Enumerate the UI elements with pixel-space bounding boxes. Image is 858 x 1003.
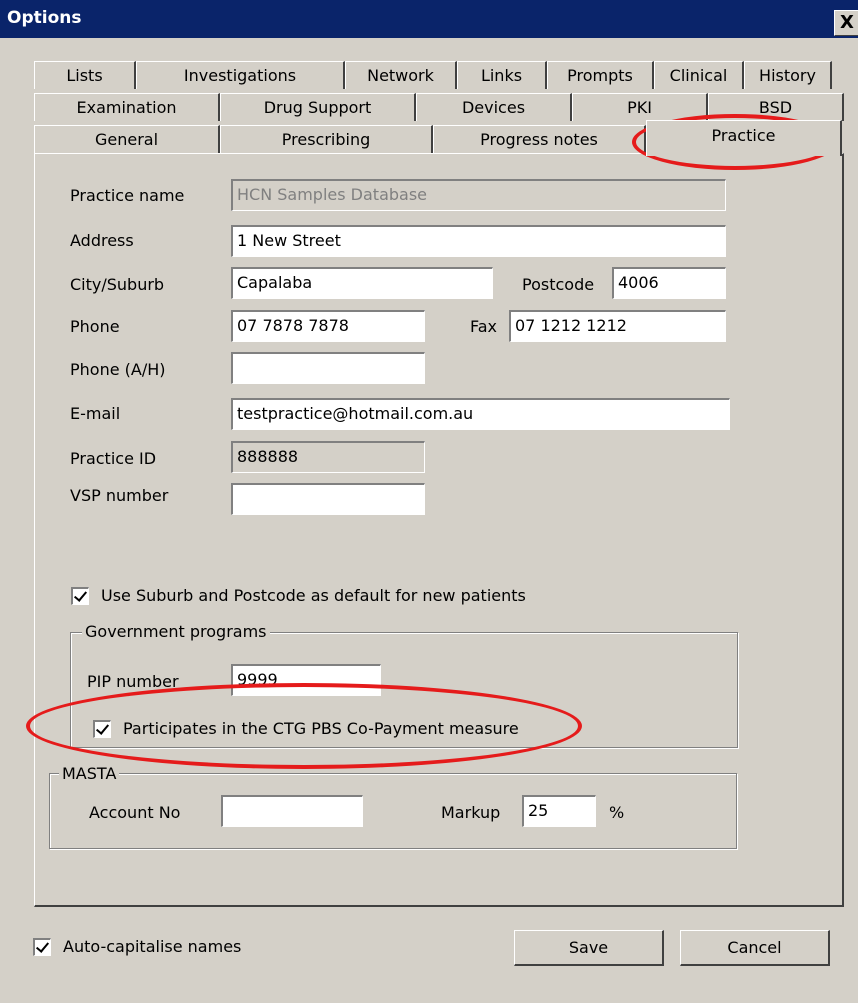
title-bar: Options X [0,0,858,38]
markup-field[interactable]: 25 [522,795,596,827]
tab-clinical[interactable]: Clinical [654,61,744,89]
pip-label: PIP number [87,672,179,691]
tab-network[interactable]: Network [345,61,457,89]
window-title: Options [7,8,82,28]
practice-name-field: HCN Samples Database [231,179,726,211]
tab-prescribing[interactable]: Prescribing [220,125,433,153]
email-field[interactable]: testpractice@hotmail.com.au [231,398,730,430]
cancel-button[interactable]: Cancel [680,930,830,966]
auto-capitalise-checkbox[interactable] [33,938,51,956]
options-dialog: Options X Lists Investigations Network L… [0,0,858,1003]
government-programs-legend: Government programs [82,622,270,641]
ctg-label: Participates in the CTG PBS Co-Payment m… [123,719,519,738]
masta-legend: MASTA [59,764,120,783]
markup-label: Markup [441,803,501,822]
use-suburb-label: Use Suburb and Postcode as default for n… [101,586,526,605]
email-label: E-mail [70,404,121,423]
save-button[interactable]: Save [514,930,664,966]
tab-history[interactable]: History [744,61,832,89]
fax-field[interactable]: 07 1212 1212 [509,310,726,342]
city-label: City/Suburb [70,275,165,294]
practice-id-field: 888888 [231,441,425,473]
postcode-field[interactable]: 4006 [612,267,726,299]
phone-ah-field[interactable] [231,352,425,384]
phone-field[interactable]: 07 7878 7878 [231,310,425,342]
city-field[interactable]: Capalaba [231,267,493,299]
pip-field[interactable]: 9999 [231,664,381,696]
close-icon[interactable]: X [834,10,858,36]
tab-pki[interactable]: PKI [572,93,708,121]
tab-examination[interactable]: Examination [34,93,220,121]
fax-label: Fax [470,317,498,336]
phone-label: Phone [70,317,120,336]
phone-ah-label: Phone (A/H) [70,360,166,379]
vsp-label: VSP number [70,486,169,505]
postcode-label: Postcode [522,275,595,294]
tab-drug-support[interactable]: Drug Support [220,93,416,121]
practice-id-label: Practice ID [70,449,157,468]
account-field[interactable] [221,795,363,827]
tab-links[interactable]: Links [457,61,547,89]
tab-practice[interactable]: Practice [646,120,842,156]
account-label: Account No [89,803,181,822]
tab-general[interactable]: General [34,125,220,153]
tab-lists[interactable]: Lists [34,61,136,89]
percent-label: % [609,803,625,822]
address-field[interactable]: 1 New Street [231,225,726,257]
tab-prompts[interactable]: Prompts [547,61,654,89]
tab-bsd[interactable]: BSD [708,93,844,121]
vsp-field[interactable] [231,483,425,515]
ctg-checkbox[interactable] [93,720,111,738]
tab-investigations[interactable]: Investigations [136,61,345,89]
use-suburb-checkbox[interactable] [71,587,89,605]
address-label: Address [70,231,134,250]
auto-capitalise-label: Auto-capitalise names [63,937,242,956]
tab-devices[interactable]: Devices [416,93,572,121]
tab-progress-notes[interactable]: Progress notes [433,125,646,153]
practice-name-label: Practice name [70,186,185,205]
